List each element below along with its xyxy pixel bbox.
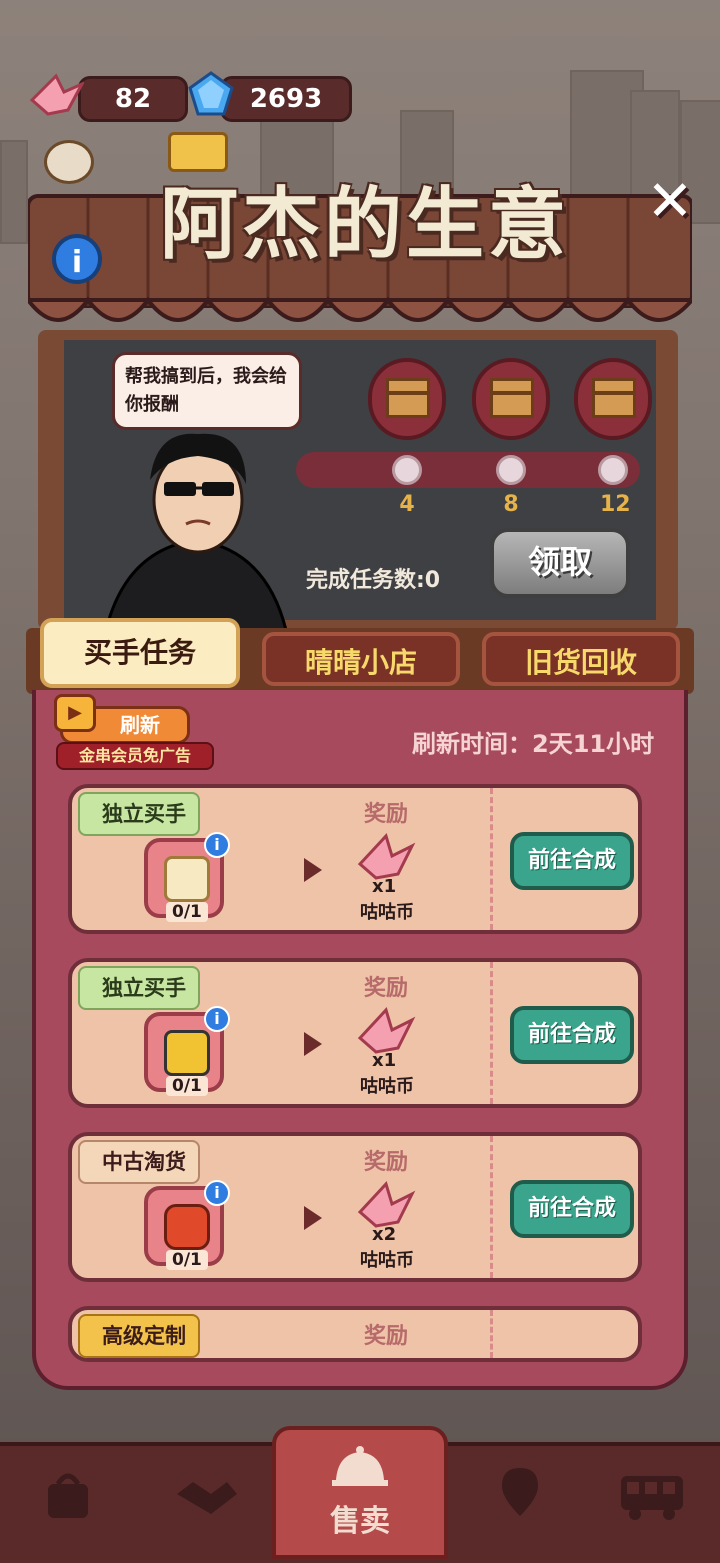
progress-dot-2 (496, 455, 526, 485)
milestone-label-3: 12 (600, 492, 631, 517)
task-tag: 中古淘货 (78, 1140, 200, 1184)
bag-icon[interactable] (28, 1452, 108, 1542)
reward-label: 奖励 (364, 1324, 409, 1349)
item-count: 0/1 (166, 1076, 208, 1096)
arrow-icon (304, 1206, 322, 1230)
pliers-icon (164, 1030, 210, 1076)
claim-button[interactable]: 领取 (490, 528, 630, 598)
reward-currency: 咕咕币 (360, 1076, 414, 1097)
vip-no-ads-label: 金串会员免广告 (56, 742, 214, 770)
task-card: 高级定制 奖励 (68, 1306, 642, 1362)
milestone-label-1: 4 (399, 492, 415, 517)
divider (490, 1136, 493, 1278)
reward-multiplier: x1 (372, 1050, 397, 1071)
task-progress-bar (296, 452, 640, 488)
divider (490, 962, 493, 1104)
item-info-icon[interactable]: i (204, 1180, 230, 1206)
box-icon (386, 378, 430, 418)
progress-dot-1 (392, 455, 422, 485)
box-icon (490, 378, 534, 418)
handshake-icon[interactable] (166, 1452, 246, 1542)
blue-gem-icon (188, 71, 234, 116)
map-pin-icon[interactable] (480, 1452, 560, 1542)
milestone-chest-1[interactable] (368, 358, 446, 440)
gold-bars-icon (168, 132, 228, 172)
shop-title: 阿杰的生意 (159, 179, 570, 270)
go-craft-button[interactable]: 前往合成 (510, 1180, 634, 1238)
reward-label: 奖励 (364, 976, 409, 1001)
info-icon[interactable]: i (52, 234, 102, 284)
task-tag: 独立买手 (78, 966, 200, 1010)
gem-count: 2693 (249, 84, 323, 114)
tofu-icon (164, 856, 210, 902)
close-icon[interactable]: ✕ (640, 172, 700, 232)
item-count: 0/1 (166, 1250, 208, 1270)
task-card: 独立买手 i 0/1 奖励 x1 咕咕币 前往合成 (68, 958, 642, 1108)
paper-crane-icon (29, 73, 84, 116)
milestone-chest-3[interactable] (574, 358, 652, 440)
nav-sell-tab[interactable]: 售卖 (272, 1426, 448, 1559)
go-craft-button[interactable]: 前往合成 (510, 832, 634, 890)
arrow-icon (304, 858, 322, 882)
reward-currency: 咕咕币 (360, 1250, 414, 1271)
jar-icon (164, 1204, 210, 1250)
progress-dot-3 (598, 455, 628, 485)
item-info-icon[interactable]: i (204, 832, 230, 858)
arrow-icon (304, 1032, 322, 1056)
box-icon (592, 378, 636, 418)
video-ad-icon: ▶ (54, 694, 96, 732)
tab-buyer-tasks[interactable]: 买手任务 (40, 618, 240, 688)
rabbit-charm-icon (44, 140, 94, 184)
divider (490, 788, 493, 930)
milestone-label-2: 8 (503, 492, 519, 517)
refresh-timer: 刷新时间：2天11小时 (412, 730, 655, 758)
item-info-icon[interactable]: i (204, 1006, 230, 1032)
task-card: 中古淘货 i 0/1 奖励 x2 咕咕币 前往合成 (68, 1132, 642, 1282)
reward-label: 奖励 (364, 802, 409, 827)
reward-multiplier: x2 (372, 1224, 397, 1245)
tab-qingqing-shop[interactable]: 晴晴小店 (262, 632, 460, 686)
gem-counter: 2693 (220, 76, 352, 122)
go-craft-button[interactable]: 前往合成 (510, 1006, 634, 1064)
item-count: 0/1 (166, 902, 208, 922)
reward-multiplier: x1 (372, 876, 397, 897)
service-bell-icon (332, 1446, 388, 1486)
bus-icon[interactable] (612, 1452, 692, 1542)
speech-bubble: 帮我搞到后，我会给你报酬 (112, 352, 302, 430)
crane-count: 82 (114, 84, 152, 114)
task-tag: 独立买手 (78, 792, 200, 836)
crane-counter: 82 (78, 76, 188, 122)
task-card: 独立买手 i 0/1 奖励 x1 咕咕币 前往合成 (68, 784, 642, 934)
nav-sell-label: 售卖 (330, 1504, 390, 1539)
milestone-chest-2[interactable] (472, 358, 550, 440)
reward-label: 奖励 (364, 1150, 409, 1175)
divider (490, 1310, 493, 1358)
reward-currency: 咕咕币 (360, 902, 414, 923)
completed-count: 完成任务数:0 (306, 568, 441, 593)
ajie-character (104, 433, 288, 630)
tab-recycling[interactable]: 旧货回收 (482, 632, 680, 686)
task-tag: 高级定制 (78, 1314, 200, 1358)
